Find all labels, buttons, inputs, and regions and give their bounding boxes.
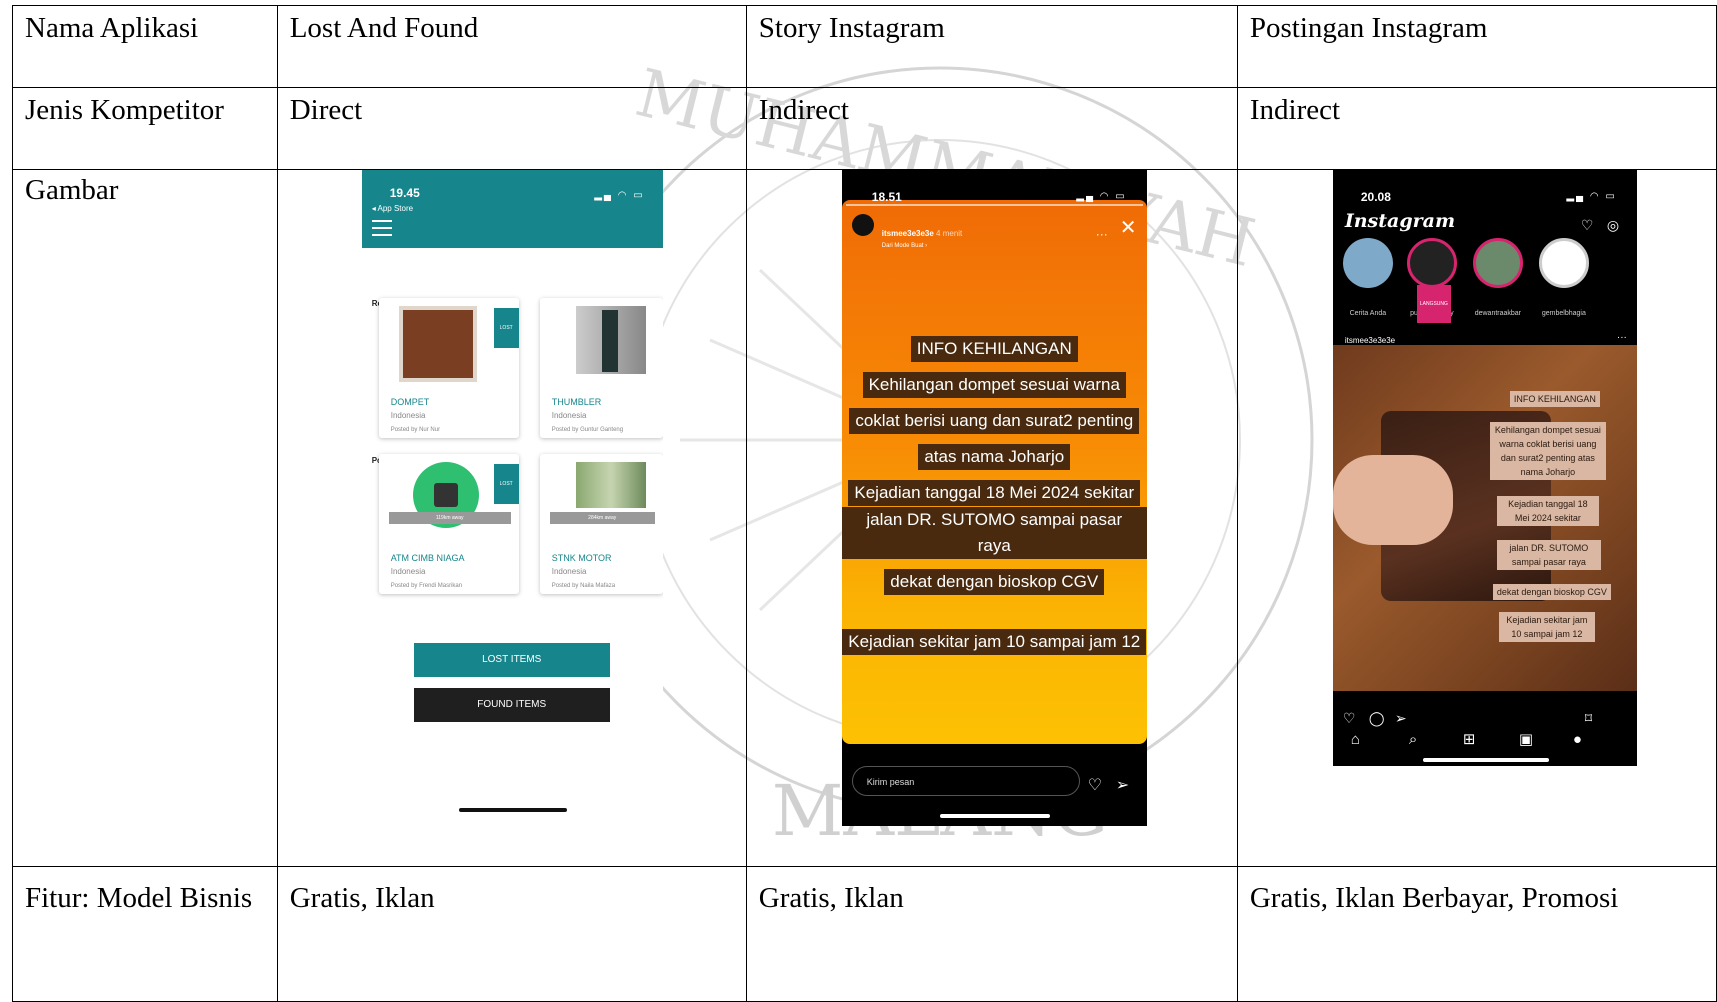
- hand-photo: [1332, 455, 1453, 545]
- post-label: dekat dengan bioskop CGV: [1492, 584, 1611, 600]
- post-label: jalan DR. SUTOMO sampai pasar raya: [1496, 540, 1601, 570]
- story-avatar[interactable]: Cerita Anda: [1339, 238, 1397, 332]
- profile-icon[interactable]: ●: [1573, 722, 1582, 758]
- story-line: coklat berisi uang dan surat2 penting: [849, 408, 1140, 434]
- story-avatar[interactable]: gembelbhagia: [1535, 238, 1593, 332]
- home-icon[interactable]: ⌂: [1351, 722, 1360, 758]
- bookmark-icon[interactable]: ⌑: [1585, 700, 1592, 736]
- lost-tag: LOST: [493, 308, 519, 348]
- app-header: 19.45 ◂ App Store ▂▄ ◠ ▭: [361, 170, 663, 248]
- add-post-icon[interactable]: ⊞: [1463, 722, 1476, 758]
- lost-found-screenshot: 19.45 ◂ App Store ▂▄ ◠ ▭ Recent Posts LO…: [361, 170, 663, 864]
- row-label: Nama Aplikasi: [12, 5, 278, 88]
- lost-items-button[interactable]: LOST ITEMS: [413, 643, 610, 677]
- story-line: Kehilangan dompet sesuai warna: [862, 372, 1126, 398]
- table-cell: Indirect: [1236, 87, 1717, 170]
- send-icon[interactable]: ➢: [1116, 768, 1129, 804]
- reply-input[interactable]: Kirim pesan: [851, 766, 1080, 796]
- screenshot-cell: 18.51 ▂▄ ◠ ▭ itsmee3e3e3e 4 menit Dari M…: [745, 169, 1238, 867]
- table-cell: Direct: [276, 87, 747, 170]
- feed-screenshot: 20.08 ▂▄ ◠ ▭ Instagram ♡ ◎ Cerita Anda p…: [1332, 170, 1637, 766]
- table-cell: Gratis, Iklan Berbayar, Promosi: [1236, 866, 1717, 1002]
- avatar: [1342, 238, 1393, 288]
- wallet-photo: [398, 306, 477, 382]
- story-avatar[interactable]: dewantraakbar: [1469, 238, 1527, 332]
- live-badge: LANGSUNG: [1416, 285, 1451, 323]
- story-progress-bar: [845, 204, 1143, 206]
- home-indicator: [458, 808, 567, 812]
- table-cell: Postingan Instagram: [1236, 5, 1717, 88]
- post-label: Kejadian tanggal 18 Mei 2024 sekitar: [1496, 496, 1599, 526]
- comment-icon[interactable]: ◯: [1369, 700, 1385, 736]
- distance-badge: 284km away: [549, 512, 655, 524]
- screenshot-cell: 20.08 ▂▄ ◠ ▭ Instagram ♡ ◎ Cerita Anda p…: [1236, 169, 1717, 867]
- table-cell: Indirect: [745, 87, 1238, 170]
- table-row: Jenis Kompetitor Direct Indirect Indirec…: [12, 87, 1717, 170]
- story-line: jalan DR. SUTOMO sampai pasar raya: [841, 507, 1147, 559]
- post-card: LOST 119km away ATM CIMB NIAGA Indonesia…: [378, 454, 519, 594]
- table-row: Gambar 19.45 ◂ App Store ▂▄ ◠ ▭ Recent P…: [12, 169, 1717, 867]
- post-label: Kejadian sekitar jam 10 sampai jam 12: [1498, 612, 1595, 642]
- avatar: [1472, 238, 1523, 288]
- avatar: [1406, 238, 1457, 288]
- story-line: atas nama Joharjo: [918, 444, 1071, 470]
- share-icon[interactable]: ➢: [1395, 700, 1407, 736]
- story-screenshot: 18.51 ▂▄ ◠ ▭ itsmee3e3e3e 4 menit Dari M…: [841, 170, 1147, 826]
- document-photo: [575, 462, 646, 508]
- post-card: THUMBLER Indonesia Posted by Guntur Gant…: [539, 298, 663, 438]
- screenshot-cell: 19.45 ◂ App Store ▂▄ ◠ ▭ Recent Posts LO…: [276, 169, 747, 867]
- table-row: Nama Aplikasi Lost And Found Story Insta…: [12, 5, 1717, 88]
- table-cell: Gratis, Iklan: [276, 866, 747, 1002]
- table-cell: Story Instagram: [745, 5, 1238, 88]
- table-cell: Gratis, Iklan: [745, 866, 1238, 1002]
- story-text: INFO KEHILANGAN Kehilangan dompet sesuai…: [841, 327, 1147, 656]
- avatar[interactable]: [851, 214, 874, 236]
- story-subtitle: Dari Mode Buat ›: [881, 243, 928, 249]
- table-cell: Lost And Found: [276, 5, 747, 88]
- card-poster: Posted by Guntur Ganteng: [551, 427, 624, 433]
- story-name: dewantraakbar: [1474, 310, 1522, 317]
- home-indicator: [939, 814, 1050, 818]
- post-card: 284km away STNK MOTOR Indonesia Posted b…: [539, 454, 663, 594]
- story-line: dekat dengan bioskop CGV: [884, 569, 1105, 595]
- card-poster: Posted by Frendi Masrikan: [390, 583, 463, 589]
- more-icon[interactable]: ···: [1096, 216, 1108, 252]
- reels-icon[interactable]: ▣: [1519, 722, 1533, 758]
- post-label: INFO KEHILANGAN: [1509, 391, 1600, 407]
- story-line: Kejadian tanggal 18 Mei 2024 sekitar: [848, 480, 1141, 506]
- row-label: Fitur: Model Bisnis: [12, 866, 278, 1002]
- instagram-logo: Instagram: [1344, 210, 1456, 232]
- story-line: Kejadian sekitar jam 10 sampai jam 12: [842, 629, 1147, 655]
- row-label: Gambar: [12, 169, 278, 867]
- home-indicator: [1422, 758, 1549, 762]
- table-row: Fitur: Model Bisnis Gratis, Iklan Gratis…: [12, 866, 1717, 1002]
- close-icon[interactable]: ✕: [1120, 210, 1137, 246]
- story-age: 4 menit: [936, 229, 963, 238]
- story-name: gembelbhagia: [1541, 310, 1586, 317]
- status-time: 18.51: [871, 190, 902, 204]
- lost-tag: LOST: [493, 464, 519, 504]
- row-label: Jenis Kompetitor: [12, 87, 278, 170]
- tumbler-photo: [575, 306, 646, 374]
- signal-wifi-battery-icon: ▂▄ ◠ ▭: [594, 190, 645, 201]
- messenger-icon[interactable]: ◎: [1607, 207, 1619, 243]
- heart-icon[interactable]: ♡: [1088, 768, 1102, 804]
- card-poster: Posted by Naila Mafaza: [551, 583, 616, 589]
- competitor-table: Nama Aplikasi Lost And Found Story Insta…: [12, 5, 1717, 1002]
- story-line: INFO KEHILANGAN: [910, 336, 1078, 362]
- found-items-button[interactable]: FOUND ITEMS: [413, 688, 610, 722]
- avatar: [1538, 238, 1589, 288]
- post-card: LOST DOMPET Indonesia Posted by Nur Nur: [378, 298, 519, 438]
- distance-badge: 119km away: [388, 512, 511, 524]
- search-icon[interactable]: ⌕: [1409, 722, 1417, 758]
- hamburger-menu-icon: [371, 220, 392, 241]
- post-label: Kehilangan dompet sesuai warna coklat be…: [1489, 422, 1606, 480]
